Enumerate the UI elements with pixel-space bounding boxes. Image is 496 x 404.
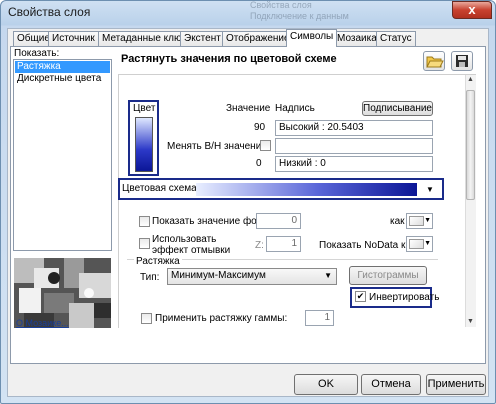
swap-bw-checkbox[interactable] <box>260 140 271 151</box>
stretch-type-dropdown[interactable]: Минимум-Максимум ▼ <box>167 268 337 285</box>
apply-button[interactable]: Применить <box>426 374 486 395</box>
color-swatch-icon <box>409 239 424 249</box>
hillshade-label-line-1: Использовать <box>152 234 217 245</box>
chevron-down-icon: ▼ <box>324 271 332 280</box>
invert-label: Инвертировать <box>369 292 440 303</box>
tab-mosaic[interactable]: Мозаика <box>333 31 381 46</box>
show-background-checkbox[interactable] <box>139 216 150 227</box>
background-text-1: Свойства слоя <box>250 0 312 10</box>
scroll-up-icon[interactable]: ▲ <box>467 76 474 83</box>
cancel-button[interactable]: Отмена <box>361 374 421 395</box>
show-list[interactable]: Растяжка Дискретные цвета <box>13 59 112 251</box>
histograms-button[interactable]: Гистограммы <box>349 266 427 285</box>
color-swatch-icon <box>409 216 424 226</box>
ok-button[interactable]: OK <box>294 374 358 395</box>
middle-label-field[interactable] <box>275 138 433 154</box>
scrollbar-thumb[interactable] <box>466 90 475 200</box>
hillshade-label: Использовать эффект отмывки <box>152 234 230 256</box>
as-label-background: как <box>390 216 405 227</box>
chevron-down-icon: ▼ <box>424 217 431 224</box>
nodata-label: Показать NoData как <box>319 240 416 251</box>
about-mosaic-link[interactable]: О Мозаике... <box>16 318 69 328</box>
background-window-text: Свойства слоя Подключение к данным <box>250 0 440 22</box>
save-button[interactable] <box>451 51 473 71</box>
z-label: Z: <box>255 240 264 251</box>
floppy-save-icon <box>456 55 468 67</box>
gamma-label: Применить растяжку гаммы: <box>155 313 288 324</box>
close-button[interactable]: x <box>452 1 492 19</box>
show-background-label: Показать значение фона: <box>152 216 271 227</box>
labeling-button[interactable]: Подписывание <box>362 101 433 116</box>
tab-symbology[interactable]: Символы <box>286 29 338 47</box>
high-value: 90 <box>254 122 266 133</box>
nodata-color-picker[interactable]: ▼ <box>406 236 433 252</box>
tab-display[interactable]: Отображение <box>222 31 294 46</box>
invert-checkbox[interactable]: ✔ <box>355 291 366 302</box>
label-header: Надпись <box>275 103 315 114</box>
z-factor-field[interactable]: 1 <box>266 236 301 252</box>
value-header: Значение <box>226 103 271 114</box>
tab-source[interactable]: Источник <box>48 31 99 46</box>
background-value-field[interactable]: 0 <box>256 213 301 229</box>
color-scheme-dropdown[interactable] <box>196 183 417 196</box>
scroll-down-icon[interactable]: ▼ <box>467 318 474 325</box>
high-label-field[interactable]: Высокий : 20.5403 <box>275 120 433 136</box>
low-label-field[interactable]: Низкий : 0 <box>275 156 433 172</box>
swap-bw-label: Менять B/H значения <box>167 141 267 152</box>
color-scheme-label: Цветовая схема: <box>122 183 200 194</box>
list-item-discrete-colors[interactable]: Дискретные цвета <box>15 73 110 85</box>
hillshade-checkbox[interactable] <box>139 238 150 249</box>
chevron-down-icon: ▼ <box>424 240 431 247</box>
tab-status[interactable]: Статус <box>376 31 416 46</box>
hillshade-label-line-2: эффект отмывки <box>152 245 231 256</box>
show-label: Показать: <box>14 48 60 59</box>
color-label: Цвет <box>133 103 156 114</box>
list-item-stretch[interactable]: Растяжка <box>15 61 110 73</box>
stretch-type-value: Минимум-Максимум <box>171 270 266 281</box>
low-value: 0 <box>256 158 262 169</box>
checkmark-icon: ✔ <box>356 291 365 301</box>
close-icon: x <box>468 2 476 17</box>
type-label: Тип: <box>140 272 160 283</box>
open-button[interactable] <box>423 51 445 71</box>
background-text-2: Подключение к данным <box>250 11 349 21</box>
window-title: Свойства слоя <box>8 5 91 19</box>
gamma-value-field[interactable]: 1 <box>305 310 334 326</box>
stretch-group-label: Растяжка <box>134 256 182 267</box>
tab-extent[interactable]: Экстент <box>180 31 225 46</box>
gamma-checkbox[interactable] <box>141 313 152 324</box>
renderer-heading: Растянуть значения по цветовой схеме <box>121 53 337 65</box>
color-ramp-preview <box>135 117 153 172</box>
chevron-down-icon[interactable]: ▼ <box>422 183 438 196</box>
folder-open-icon <box>426 56 444 68</box>
background-color-picker[interactable]: ▼ <box>406 213 433 229</box>
